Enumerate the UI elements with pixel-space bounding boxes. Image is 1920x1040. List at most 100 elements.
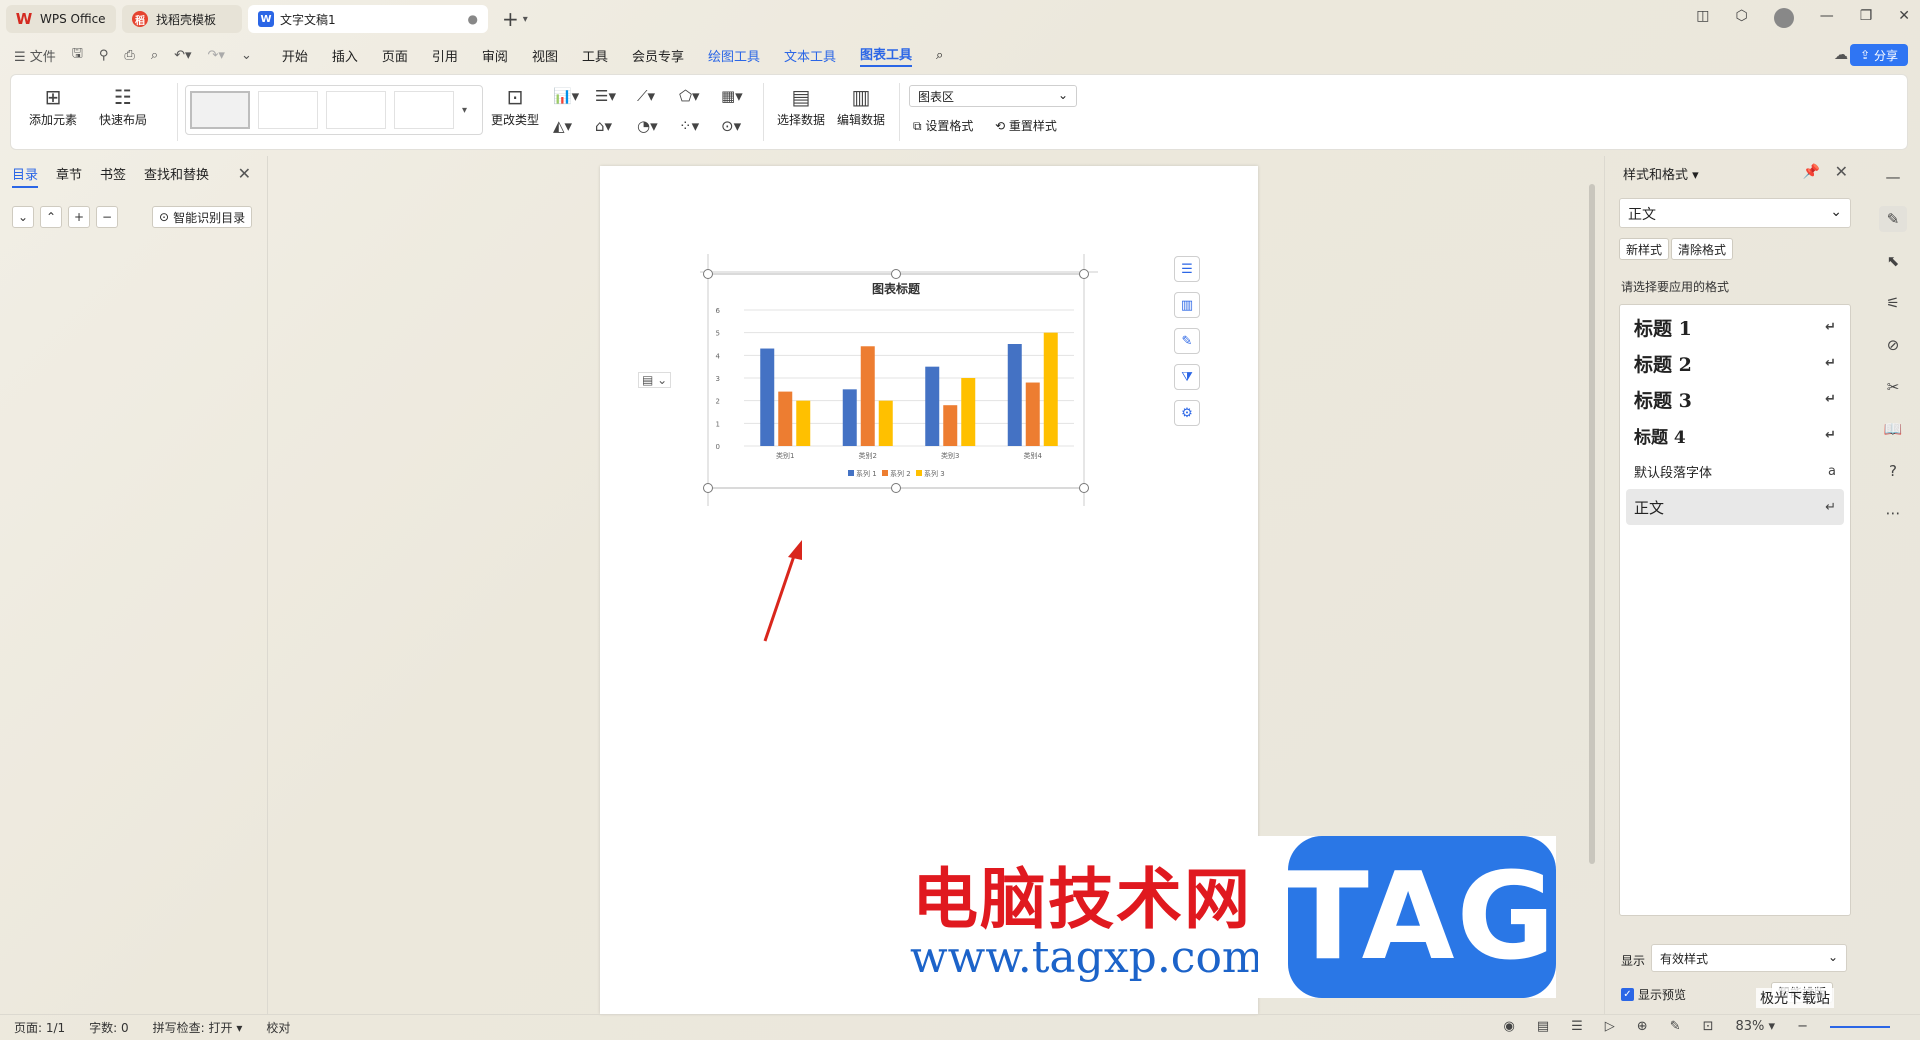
link-icon[interactable]: ⚲ xyxy=(99,48,109,63)
chart-style-2[interactable] xyxy=(258,91,318,129)
menu-page[interactable]: 页面 xyxy=(382,46,408,65)
adjust-icon[interactable]: ⚟ xyxy=(1879,290,1907,316)
clear-format-button[interactable]: 清除格式 xyxy=(1671,238,1734,260)
new-tab-button[interactable]: + xyxy=(502,7,519,31)
quick-layout-button[interactable]: ☷ 快速布局 xyxy=(99,83,147,128)
gallery-more-icon[interactable]: ▾ xyxy=(462,105,467,116)
search-icon[interactable]: ⌕ xyxy=(936,48,943,63)
change-type-button[interactable]: ⊡ 更改类型 xyxy=(491,83,539,128)
layout-icon[interactable]: ◫ xyxy=(1696,8,1709,28)
chart-style-1[interactable] xyxy=(190,91,250,129)
zoom-slider[interactable] xyxy=(1830,1025,1890,1028)
word-count[interactable]: 字数: 0 xyxy=(89,1019,129,1036)
area-chart-icon[interactable]: ◭▾ xyxy=(553,117,572,135)
line-chart-icon[interactable]: ⟋▾ xyxy=(637,87,655,105)
vertical-scrollbar[interactable] xyxy=(1586,154,1598,1014)
zoom-level[interactable]: 83% ▾ xyxy=(1736,1019,1776,1034)
styles-panel-title[interactable]: 样式和格式 ▾ xyxy=(1623,164,1699,183)
style-heading-3[interactable]: 标题 3 ↵ xyxy=(1626,381,1844,417)
close-icon[interactable]: ✕ xyxy=(1898,8,1910,28)
chart-style-4[interactable] xyxy=(394,91,454,129)
expand-down-icon[interactable]: ⌄ xyxy=(12,206,34,228)
scrollbar-thumb[interactable] xyxy=(1589,184,1595,864)
reset-style-button[interactable]: ⟲ 重置样式 xyxy=(995,117,1057,134)
print-preview-icon[interactable]: ⌕ xyxy=(151,48,158,63)
edit-data-button[interactable]: ▥ 编辑数据 xyxy=(837,83,885,128)
eye-icon[interactable]: ◉ xyxy=(1504,1019,1515,1034)
cube-icon[interactable]: ⬡ xyxy=(1735,8,1747,28)
play-icon[interactable]: ▷ xyxy=(1605,1019,1615,1034)
page-count[interactable]: 页面: 1/1 xyxy=(14,1019,65,1036)
page-view-icon[interactable]: ▤ xyxy=(1537,1019,1549,1034)
column-chart-icon[interactable]: 📊▾ xyxy=(553,87,579,105)
new-style-button[interactable]: 新样式 xyxy=(1619,238,1670,260)
preview-checkbox[interactable]: ✓ 显示预览 xyxy=(1621,986,1686,1003)
menu-home[interactable]: 开始 xyxy=(282,46,308,65)
tab-docer-templates[interactable]: 稻 找稻壳模板 xyxy=(122,5,242,33)
add-icon[interactable]: + xyxy=(68,206,90,228)
style-body-text[interactable]: 正文 ↵ xyxy=(1626,489,1844,525)
select-pointer-icon[interactable]: ⬉ xyxy=(1879,248,1907,274)
proofread[interactable]: 校对 xyxy=(266,1019,290,1036)
menu-view[interactable]: 视图 xyxy=(532,46,558,65)
close-icon[interactable]: ✕ xyxy=(238,164,251,183)
outline-view-icon[interactable]: ☰ xyxy=(1571,1019,1583,1034)
share-button[interactable]: ⇪ 分享 xyxy=(1850,44,1908,66)
tools-icon[interactable]: ✂ xyxy=(1879,374,1907,400)
web-view-icon[interactable]: ⊕ xyxy=(1637,1019,1648,1034)
show-style-select[interactable]: 有效样式 ⌄ xyxy=(1651,944,1847,972)
radar-chart-icon[interactable]: ⬠▾ xyxy=(679,87,700,105)
more-icon[interactable]: ⋯ xyxy=(1879,500,1907,526)
style-default-font[interactable]: 默认段落字体 a xyxy=(1626,453,1844,489)
chart-element-select[interactable]: 图表区 ⌄ xyxy=(909,85,1077,107)
file-menu[interactable]: ☰ 文件 xyxy=(14,46,56,65)
menu-chart-tools[interactable]: 图表工具 xyxy=(860,44,913,67)
collapse-icon[interactable]: — xyxy=(1879,164,1907,190)
add-element-button[interactable]: ⊞ 添加元素 xyxy=(29,83,77,128)
pen-icon[interactable]: ✎ xyxy=(1879,206,1907,232)
combo-chart-icon[interactable]: ▦▾ xyxy=(721,87,743,105)
chart-style-3[interactable] xyxy=(326,91,386,129)
minimize-icon[interactable]: — xyxy=(1820,8,1834,28)
edit-image-icon[interactable]: ⊘ xyxy=(1879,332,1907,358)
menu-text-tools[interactable]: 文本工具 xyxy=(784,46,836,65)
style-heading-1[interactable]: 标题 1 ↵ xyxy=(1626,309,1844,345)
more-quick-icon[interactable]: ⌄ xyxy=(241,48,252,63)
bar-chart-icon[interactable]: ☰▾ xyxy=(595,87,616,105)
cloud-icon[interactable]: ☁ xyxy=(1834,47,1848,63)
restore-icon[interactable]: ❐ xyxy=(1860,8,1873,28)
tab-toc[interactable]: 目录 xyxy=(12,164,39,188)
pen-mode-icon[interactable]: ✎ xyxy=(1670,1019,1681,1034)
smart-toc-button[interactable]: ⊙ 智能识别目录 xyxy=(152,206,253,228)
tab-document[interactable]: W 文字文稿1 ● xyxy=(248,5,488,33)
menu-references[interactable]: 引用 xyxy=(432,46,458,65)
menu-tools[interactable]: 工具 xyxy=(582,46,608,65)
fit-icon[interactable]: ⊡ xyxy=(1703,1019,1714,1034)
menu-drawing-tools[interactable]: 绘图工具 xyxy=(708,46,760,65)
save-icon[interactable]: 🖫 xyxy=(72,44,83,66)
select-data-button[interactable]: ▤ 选择数据 xyxy=(777,83,825,128)
remove-icon[interactable]: − xyxy=(96,206,118,228)
pie-chart-icon[interactable]: ◔▾ xyxy=(637,117,658,135)
chevron-down-icon[interactable]: ▾ xyxy=(523,14,528,25)
scatter-chart-icon[interactable]: ⁘▾ xyxy=(679,117,699,135)
close-icon[interactable]: ✕ xyxy=(1835,162,1848,181)
tab-wps-office[interactable]: W WPS Office xyxy=(6,5,116,33)
unsaved-dot-icon[interactable]: ● xyxy=(468,12,478,26)
redo-icon[interactable]: ↷▾ xyxy=(208,48,225,63)
bubble-chart-icon[interactable]: ⊙▾ xyxy=(721,117,741,135)
menu-member[interactable]: 会员专享 xyxy=(632,46,684,65)
zoom-out-icon[interactable]: − xyxy=(1797,1019,1808,1034)
style-heading-2[interactable]: 标题 2 ↵ xyxy=(1626,345,1844,381)
stock-chart-icon[interactable]: ⌂▾ xyxy=(595,117,612,135)
print-icon[interactable]: ⎙ xyxy=(124,48,134,63)
collapse-up-icon[interactable]: ⌃ xyxy=(40,206,62,228)
tab-bookmarks[interactable]: 书签 xyxy=(100,164,126,188)
undo-icon[interactable]: ↶▾ xyxy=(174,48,191,63)
tab-find-replace[interactable]: 查找和替换 xyxy=(144,164,209,188)
book-icon[interactable]: 📖 xyxy=(1879,416,1907,442)
menu-review[interactable]: 审阅 xyxy=(482,46,508,65)
menu-insert[interactable]: 插入 xyxy=(332,46,358,65)
help-icon[interactable]: ? xyxy=(1879,458,1907,484)
tab-chapters[interactable]: 章节 xyxy=(56,164,82,188)
